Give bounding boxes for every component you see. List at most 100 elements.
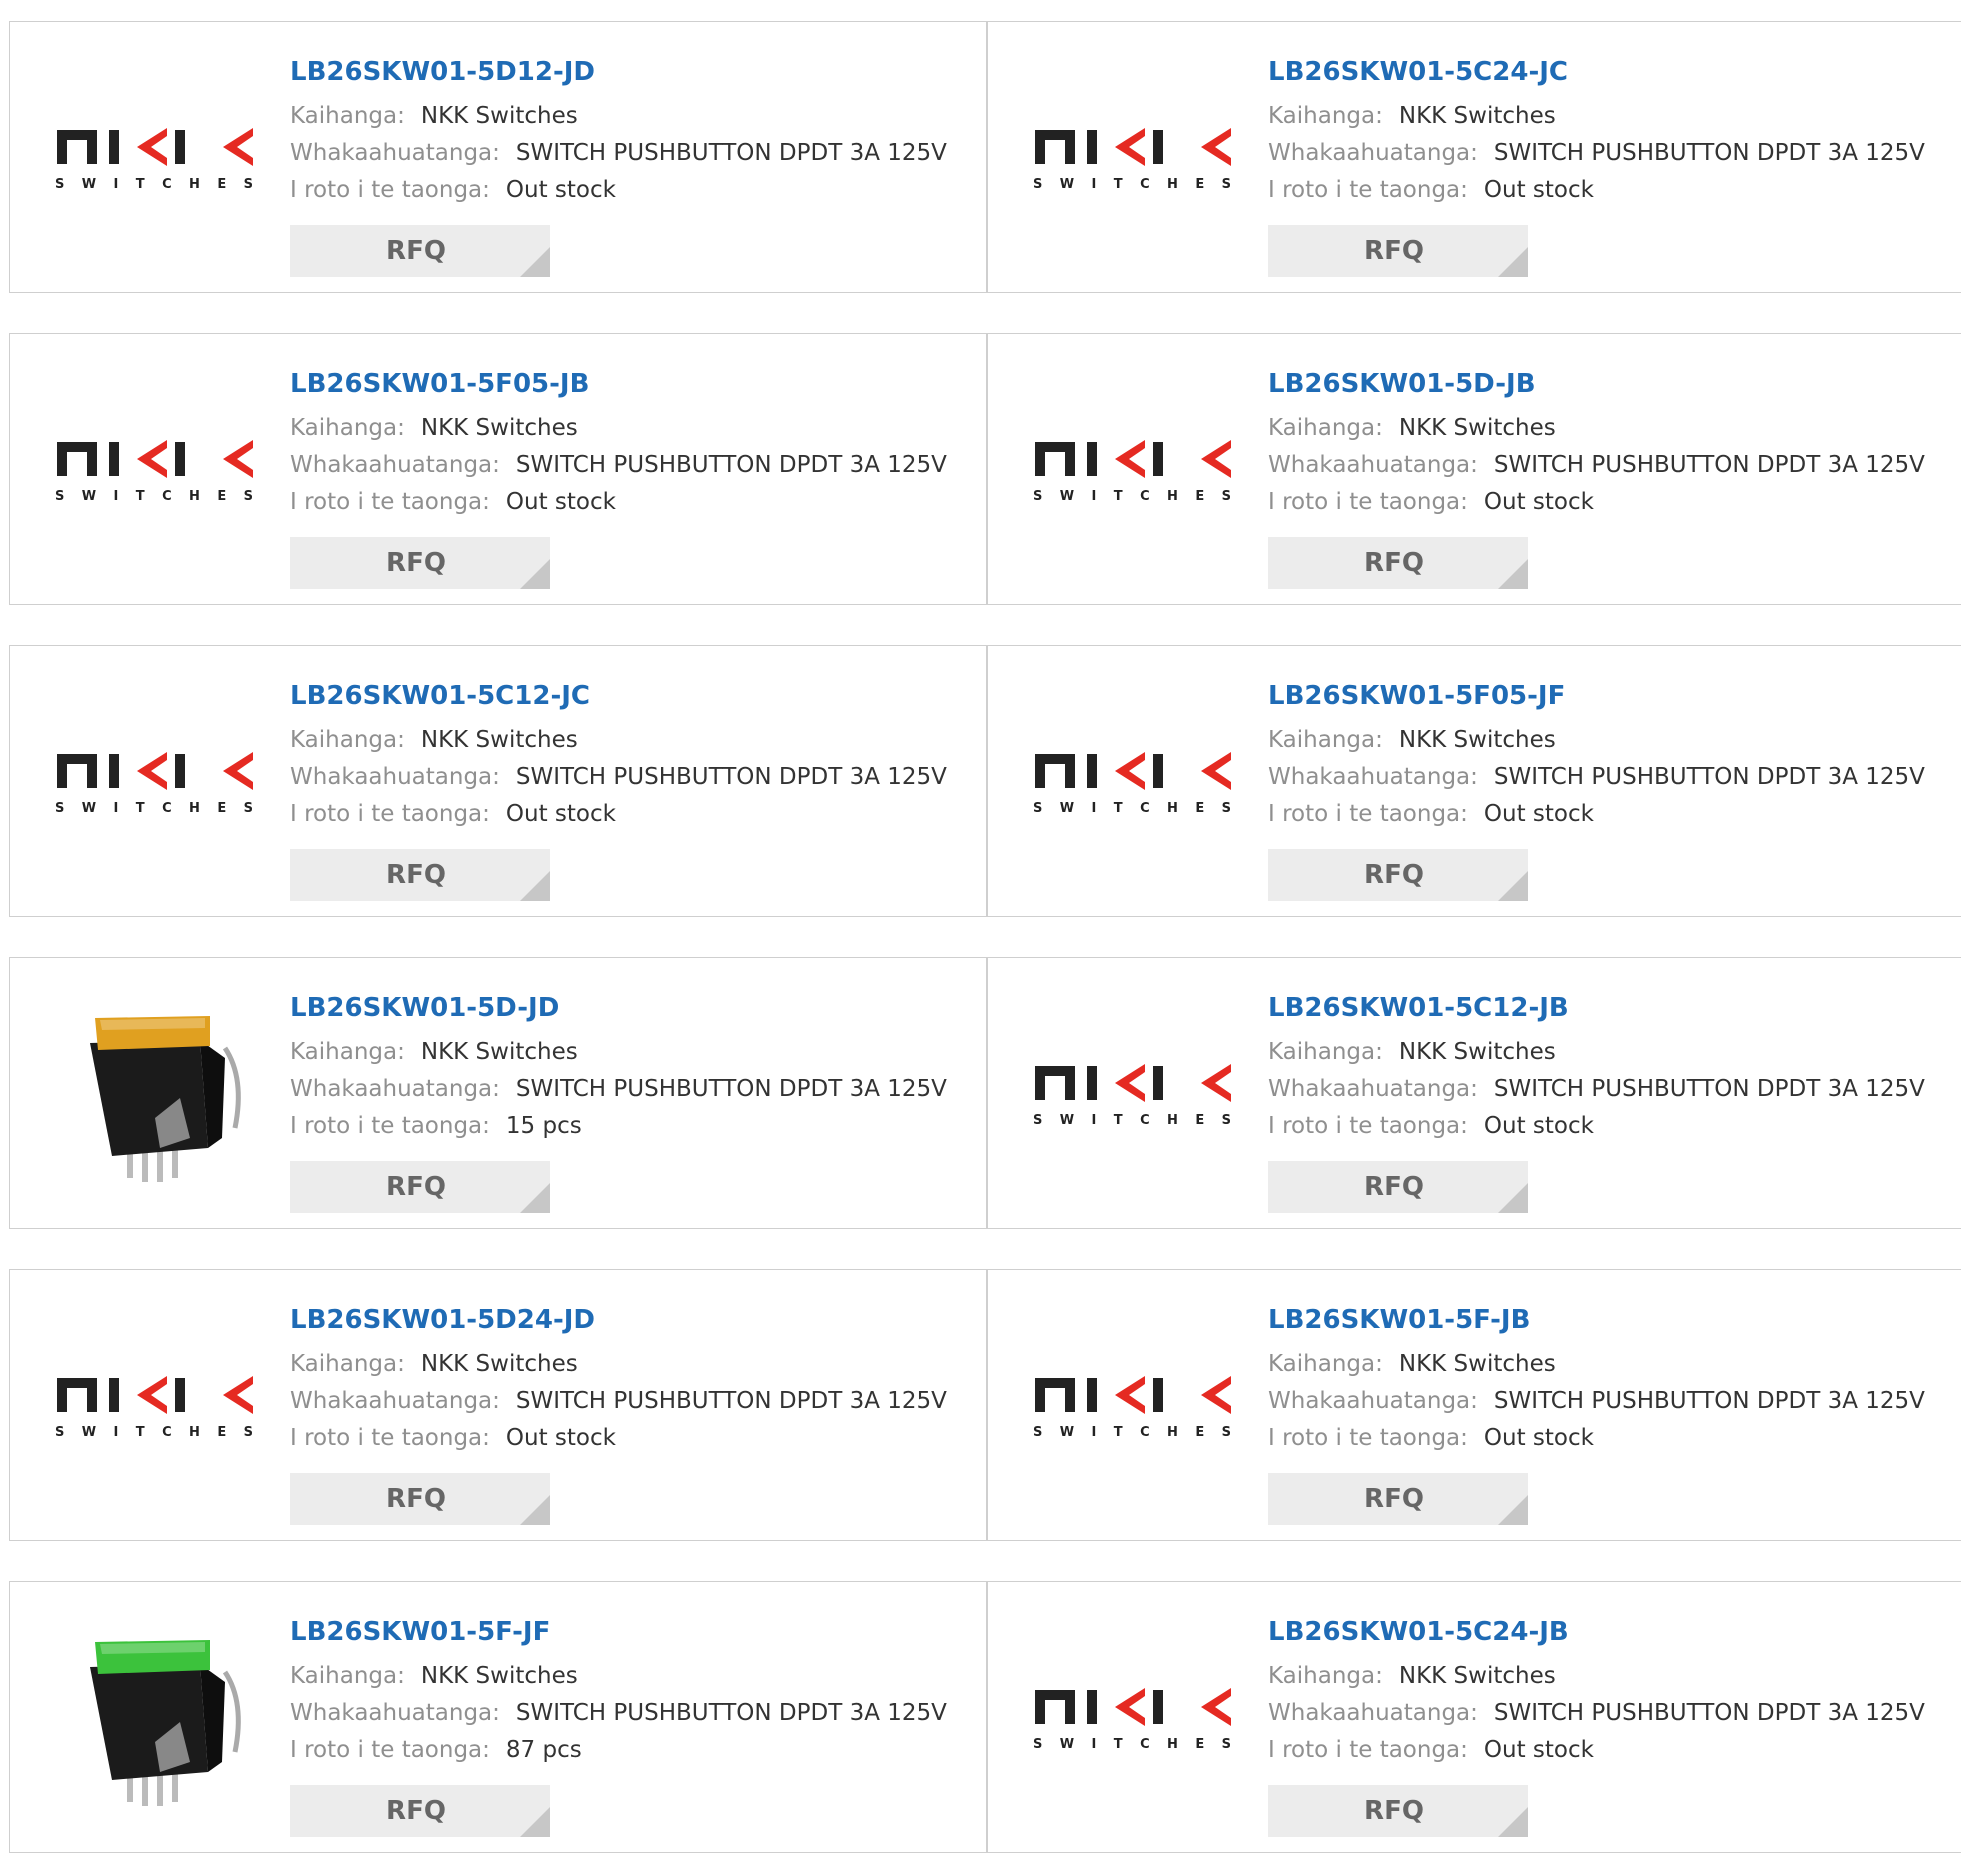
rfq-corner-decoration <box>1498 1495 1528 1525</box>
product-card: SWITCHES LB26SKW01-5F05-JB Kaihanga: NKK … <box>9 333 987 605</box>
nkk-logo-image[interactable]: SWITCHES <box>1028 998 1238 1188</box>
rfq-button[interactable]: RFQ <box>290 849 550 901</box>
rfq-button-label: RFQ <box>386 236 446 266</box>
rfq-button[interactable]: RFQ <box>1268 1785 1528 1837</box>
manufacturer-value: NKK Switches <box>1398 415 1556 441</box>
stock-value: Out stock <box>505 489 616 515</box>
part-number-link[interactable]: LB26SKW01-5D-JD <box>290 988 986 1028</box>
manufacturer-label: Kaihanga: <box>290 1039 405 1065</box>
rfq-button-label: RFQ <box>1364 1172 1424 1202</box>
rfq-corner-decoration <box>520 871 550 901</box>
part-number-link[interactable]: LB26SKW01-5F-JB <box>1268 1300 1961 1340</box>
nkk-logo-image[interactable]: SWITCHES <box>50 1310 260 1500</box>
manufacturer-value: NKK Switches <box>420 1663 578 1689</box>
stock-label: I roto i te taonga: <box>290 1113 490 1139</box>
nkk-logo-image[interactable]: SWITCHES <box>1028 374 1238 564</box>
product-info: LB26SKW01-5F-JF Kaihanga: NKK Switches Wh… <box>290 1612 986 1837</box>
manufacturer-row: Kaihanga: NKK Switches <box>1268 1034 1961 1071</box>
rfq-corner-decoration <box>520 247 550 277</box>
part-number-link[interactable]: LB26SKW01-5C12-JB <box>1268 988 1961 1028</box>
product-info: LB26SKW01-5F05-JF Kaihanga: NKK Switches … <box>1268 676 1961 901</box>
rfq-button[interactable]: RFQ <box>290 225 550 277</box>
logo-sub-text: SWITCHES <box>1033 801 1231 816</box>
rfq-button[interactable]: RFQ <box>1268 1473 1528 1525</box>
description-row: Whakaahuatanga: SWITCH PUSHBUTTON DPDT 3A… <box>290 447 986 484</box>
nkk-logo-image[interactable]: SWITCHES <box>50 374 260 564</box>
stock-value: Out stock <box>1483 489 1594 515</box>
stock-row: I roto i te taonga: 87 pcs <box>290 1732 986 1769</box>
description-value: SWITCH PUSHBUTTON DPDT 3A 125V <box>515 1076 947 1102</box>
stock-label: I roto i te taonga: <box>1268 1113 1468 1139</box>
product-card: SWITCHES LB26SKW01-5C24-JC Kaihanga: NKK … <box>987 21 1961 293</box>
part-number-link[interactable]: LB26SKW01-5D24-JD <box>290 1300 986 1340</box>
stock-value: Out stock <box>505 1425 616 1451</box>
stock-label: I roto i te taonga: <box>290 1737 490 1763</box>
part-number-link[interactable]: LB26SKW01-5F-JF <box>290 1612 986 1652</box>
description-label: Whakaahuatanga: <box>290 1700 500 1726</box>
rfq-button[interactable]: RFQ <box>290 1473 550 1525</box>
rfq-corner-decoration <box>520 559 550 589</box>
description-row: Whakaahuatanga: SWITCH PUSHBUTTON DPDT 3A… <box>1268 759 1961 796</box>
manufacturer-value: NKK Switches <box>1398 1663 1556 1689</box>
stock-row: I roto i te taonga: Out stock <box>1268 1420 1961 1457</box>
stock-label: I roto i te taonga: <box>1268 177 1468 203</box>
part-number-link[interactable]: LB26SKW01-5C24-JB <box>1268 1612 1961 1652</box>
product-photo[interactable] <box>50 1622 260 1812</box>
manufacturer-label: Kaihanga: <box>1268 415 1383 441</box>
part-number-link[interactable]: LB26SKW01-5D-JB <box>1268 364 1961 404</box>
rfq-button[interactable]: RFQ <box>1268 849 1528 901</box>
part-number-link[interactable]: LB26SKW01-5D12-JD <box>290 52 986 92</box>
stock-row: I roto i te taonga: Out stock <box>290 1420 986 1457</box>
rfq-button[interactable]: RFQ <box>1268 537 1528 589</box>
description-label: Whakaahuatanga: <box>1268 1700 1478 1726</box>
product-card: SWITCHES LB26SKW01-5D12-JD Kaihanga: NKK … <box>9 21 987 293</box>
stock-row: I roto i te taonga: Out stock <box>1268 796 1961 833</box>
nkk-logo-image[interactable]: SWITCHES <box>1028 1310 1238 1500</box>
stock-row: I roto i te taonga: Out stock <box>1268 484 1961 521</box>
nkk-logo-image[interactable]: SWITCHES <box>1028 62 1238 252</box>
product-info: LB26SKW01-5D-JD Kaihanga: NKK Switches Wh… <box>290 988 986 1213</box>
stock-value: Out stock <box>1483 177 1594 203</box>
description-label: Whakaahuatanga: <box>1268 1076 1478 1102</box>
logo-sub-text: SWITCHES <box>1033 1113 1231 1128</box>
nkk-logo-image[interactable]: SWITCHES <box>1028 1622 1238 1812</box>
stock-label: I roto i te taonga: <box>1268 489 1468 515</box>
part-number-link[interactable]: LB26SKW01-5F05-JB <box>290 364 986 404</box>
manufacturer-value: NKK Switches <box>420 415 578 441</box>
product-card: SWITCHES LB26SKW01-5C24-JB Kaihanga: NKK … <box>987 1581 1961 1853</box>
rfq-button-label: RFQ <box>386 1484 446 1514</box>
rfq-button[interactable]: RFQ <box>290 1161 550 1213</box>
manufacturer-row: Kaihanga: NKK Switches <box>1268 1658 1961 1695</box>
nkk-logo-image[interactable]: SWITCHES <box>50 62 260 252</box>
rfq-button-label: RFQ <box>386 1796 446 1826</box>
rfq-button-label: RFQ <box>386 548 446 578</box>
nkk-logo-image[interactable]: SWITCHES <box>1028 686 1238 876</box>
description-label: Whakaahuatanga: <box>1268 140 1478 166</box>
part-number-link[interactable]: LB26SKW01-5F05-JF <box>1268 676 1961 716</box>
stock-row: I roto i te taonga: Out stock <box>290 796 986 833</box>
manufacturer-row: Kaihanga: NKK Switches <box>290 1658 986 1695</box>
manufacturer-row: Kaihanga: NKK Switches <box>290 410 986 447</box>
part-number-link[interactable]: LB26SKW01-5C24-JC <box>1268 52 1961 92</box>
manufacturer-label: Kaihanga: <box>290 1663 405 1689</box>
product-info: LB26SKW01-5C24-JC Kaihanga: NKK Switches … <box>1268 52 1961 277</box>
manufacturer-value: NKK Switches <box>420 1351 578 1377</box>
rfq-button[interactable]: RFQ <box>1268 1161 1528 1213</box>
manufacturer-row: Kaihanga: NKK Switches <box>290 1034 986 1071</box>
part-number-link[interactable]: LB26SKW01-5C12-JC <box>290 676 986 716</box>
rfq-button[interactable]: RFQ <box>290 1785 550 1837</box>
nkk-logo-image[interactable]: SWITCHES <box>50 686 260 876</box>
product-info: LB26SKW01-5F05-JB Kaihanga: NKK Switches … <box>290 364 986 589</box>
rfq-button[interactable]: RFQ <box>290 537 550 589</box>
description-row: Whakaahuatanga: SWITCH PUSHBUTTON DPDT 3A… <box>290 759 986 796</box>
stock-row: I roto i te taonga: 15 pcs <box>290 1108 986 1145</box>
manufacturer-label: Kaihanga: <box>1268 727 1383 753</box>
description-value: SWITCH PUSHBUTTON DPDT 3A 125V <box>1493 1700 1925 1726</box>
description-label: Whakaahuatanga: <box>290 452 500 478</box>
description-label: Whakaahuatanga: <box>290 140 500 166</box>
description-row: Whakaahuatanga: SWITCH PUSHBUTTON DPDT 3A… <box>290 1071 986 1108</box>
product-info: LB26SKW01-5D-JB Kaihanga: NKK Switches Wh… <box>1268 364 1961 589</box>
manufacturer-row: Kaihanga: NKK Switches <box>1268 1346 1961 1383</box>
product-photo[interactable] <box>50 998 260 1188</box>
rfq-button[interactable]: RFQ <box>1268 225 1528 277</box>
